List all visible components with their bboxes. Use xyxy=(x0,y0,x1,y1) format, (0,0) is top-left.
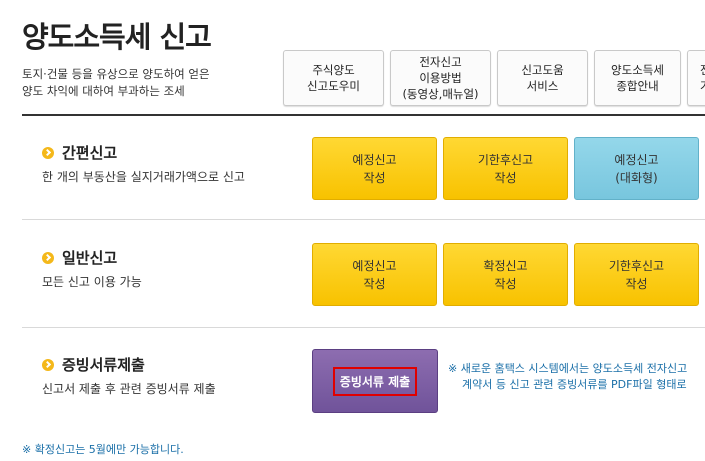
submit-documents-label: 증빙서류 제출 xyxy=(332,366,418,396)
section-divider xyxy=(22,219,705,220)
page-description: 토지·건물 등을 유상으로 양도하여 얻은 양도 차익에 대하여 부과하는 조세 xyxy=(22,66,210,100)
simple-late-filing-button[interactable]: 기한후신고 작성 xyxy=(443,137,568,200)
section-divider xyxy=(22,327,705,328)
bullet-arrow-icon xyxy=(42,146,54,159)
bullet-arrow-icon xyxy=(42,358,54,371)
section-desc-documents: 신고서 제출 후 관련 증빙서류 제출 xyxy=(42,382,216,396)
top-divider xyxy=(22,114,705,116)
general-final-filing-button[interactable]: 확정신고 작성 xyxy=(443,243,568,306)
simple-interactive-filing-button[interactable]: 예정신고 (대화형) xyxy=(574,137,699,200)
page-title: 양도소득세 신고 xyxy=(22,20,212,54)
section-title-general: 일반신고 xyxy=(42,247,117,268)
stock-transfer-helper-button[interactable]: 주식양도 신고도우미 xyxy=(283,50,384,106)
section-desc-simple: 한 개의 부동산을 실지거래가액으로 신고 xyxy=(42,170,245,184)
e-filing-guide-button[interactable]: 전자신고 이용방법 (동영상,매뉴얼) xyxy=(390,50,491,106)
submit-documents-button[interactable]: 증빙서류 제출 xyxy=(312,349,438,413)
documents-note: ※ 새로운 홈택스 시스템에서는 양도소득세 전자신고 계약서 등 신고 관련 … xyxy=(448,362,688,391)
top-button-partial[interactable]: 전 가 xyxy=(687,50,705,106)
transfer-tax-guide-button[interactable]: 양도소득세 종합안내 xyxy=(594,50,681,106)
section-desc-general: 모든 신고 이용 가능 xyxy=(42,275,142,289)
bullet-arrow-icon xyxy=(42,251,54,264)
section-title-documents: 증빙서류제출 xyxy=(42,354,145,375)
general-late-filing-button[interactable]: 기한후신고 작성 xyxy=(574,243,699,306)
general-preliminary-filing-button[interactable]: 예정신고 작성 xyxy=(312,243,437,306)
section-title-simple: 간편신고 xyxy=(42,142,117,163)
filing-help-service-button[interactable]: 신고도움 서비스 xyxy=(497,50,588,106)
description-line: 양도 차익에 대하여 부과하는 조세 xyxy=(22,84,185,98)
footer-note: ※ 확정신고는 5월에만 가능합니다. xyxy=(22,443,184,456)
description-line: 토지·건물 등을 유상으로 양도하여 얻은 xyxy=(22,67,210,81)
simple-preliminary-filing-button[interactable]: 예정신고 작성 xyxy=(312,137,437,200)
